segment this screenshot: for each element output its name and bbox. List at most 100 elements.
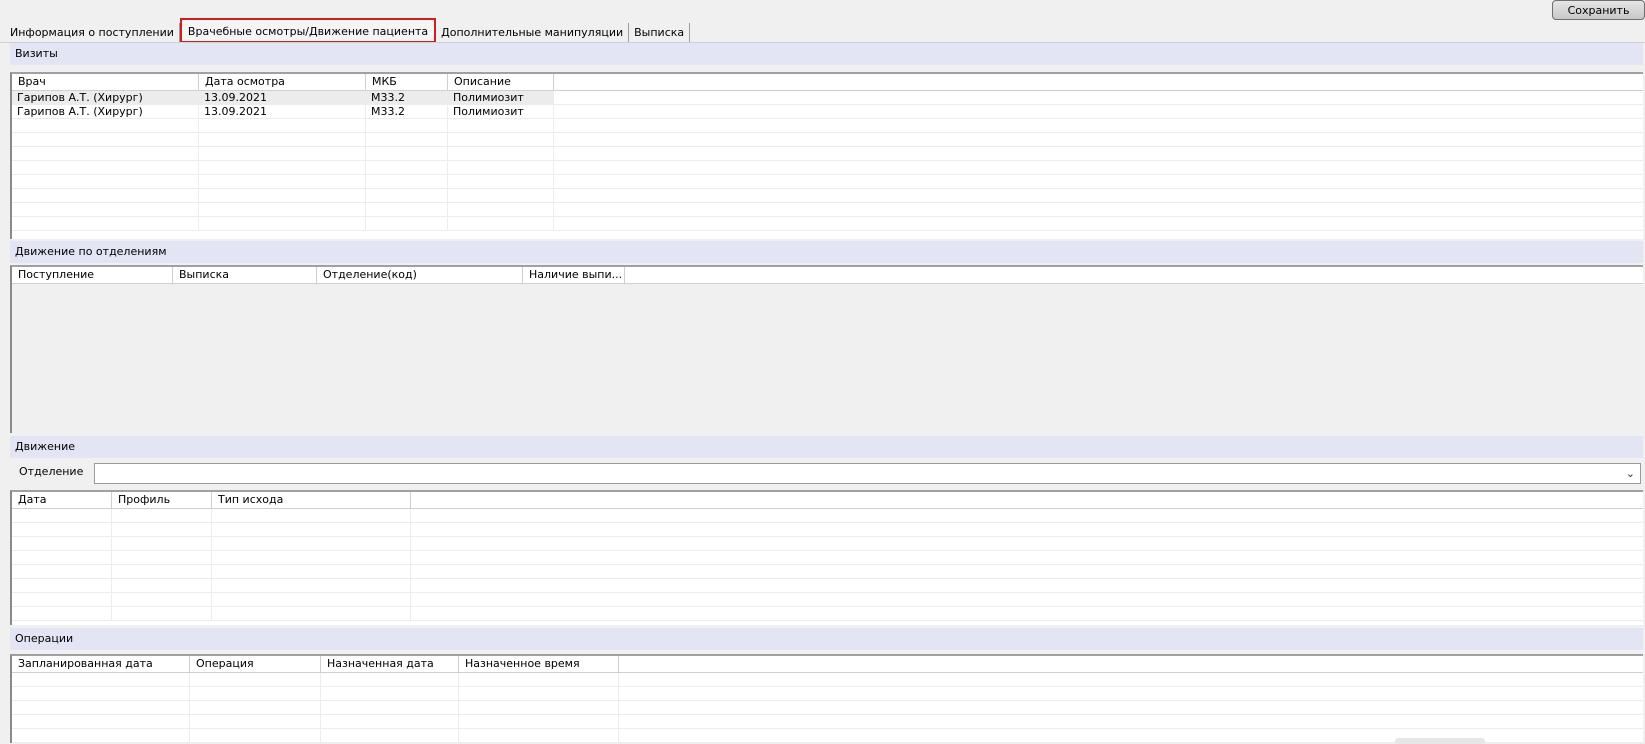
column-header[interactable]: Врач [12, 74, 199, 90]
table-cell-filler [554, 91, 1643, 104]
table-cell [12, 509, 112, 522]
column-header[interactable]: Дата осмотра [199, 74, 366, 90]
tab-admission-info[interactable]: Информация о поступлении [5, 23, 180, 43]
table-cell: M33.2 [366, 105, 448, 118]
column-header[interactable]: Выписка [173, 267, 317, 283]
department-select[interactable]: ⌄ [94, 463, 1641, 484]
column-header[interactable]: Тип исхода [212, 492, 411, 508]
table-cell [448, 189, 554, 202]
empty-table-row[interactable] [12, 189, 1643, 203]
column-header[interactable]: Описание [448, 74, 554, 90]
empty-table-row[interactable] [12, 523, 1643, 537]
column-header-filler [411, 492, 1643, 508]
table-cell-filler [411, 523, 1643, 536]
table-cell-filler [411, 593, 1643, 606]
column-header[interactable]: Назначенное время [459, 656, 619, 672]
column-header[interactable]: Дата [12, 492, 112, 508]
save-button[interactable]: Сохранить [1552, 0, 1645, 20]
table-cell-filler [619, 729, 1643, 742]
empty-table-row[interactable] [12, 147, 1643, 161]
table-cell-filler [411, 579, 1643, 592]
empty-table-row[interactable] [12, 701, 1643, 715]
tab-bar: Информация о поступлении Врачебные осмот… [5, 18, 691, 43]
column-header[interactable]: Отделение(код) [317, 267, 523, 283]
empty-table-row[interactable] [12, 175, 1643, 189]
table-cell [12, 161, 199, 174]
table-cell-filler [554, 217, 1643, 230]
table-cell [12, 189, 199, 202]
table-cell [448, 147, 554, 160]
tab-discharge[interactable]: Выписка [629, 23, 691, 43]
tab-additional-procedures[interactable]: Дополнительные манипуляции [436, 23, 630, 43]
table-cell: Полимиозит [448, 105, 554, 118]
table-cell [12, 593, 112, 606]
table-cell [212, 551, 411, 564]
empty-table-row[interactable] [12, 551, 1643, 565]
table-cell [112, 593, 212, 606]
table-cell [321, 687, 459, 700]
table-cell [321, 673, 459, 686]
table-cell [366, 133, 448, 146]
column-header[interactable]: Поступление [12, 267, 173, 283]
empty-table-row[interactable] [12, 673, 1643, 687]
empty-table-row[interactable] [12, 565, 1643, 579]
operations-table[interactable]: Запланированная дата Операция Назначенна… [10, 654, 1643, 743]
empty-table-row[interactable] [12, 509, 1643, 523]
table-cell [212, 509, 411, 522]
table-cell [448, 175, 554, 188]
table-cell-filler [411, 537, 1643, 550]
table-cell [12, 565, 112, 578]
chevron-down-icon[interactable]: ⌄ [1626, 467, 1635, 480]
column-header[interactable]: Наличие выпи... [523, 267, 625, 283]
column-header[interactable]: Запланированная дата [12, 656, 190, 672]
table-row[interactable]: Гарипов А.Т. (Хирург) 13.09.2021 M33.2 Поли… [12, 105, 1643, 119]
table-row[interactable]: Гарипов А.Т. (Хирург) 13.09.2021 M33.2 Поли… [12, 91, 1643, 105]
table-cell [12, 119, 199, 132]
empty-table-row[interactable] [12, 687, 1643, 701]
empty-table-row[interactable] [12, 203, 1643, 217]
movement-table[interactable]: Дата Профиль Тип исхода [10, 490, 1643, 625]
table-cell [112, 565, 212, 578]
empty-table-row[interactable] [12, 607, 1643, 621]
empty-table-row[interactable] [12, 161, 1643, 175]
table-cell-filler [619, 687, 1643, 700]
table-cell-filler [554, 105, 1643, 118]
table-cell [321, 729, 459, 742]
table-cell [12, 133, 199, 146]
table-cell [112, 509, 212, 522]
table-cell [190, 687, 321, 700]
operations-table-header: Запланированная дата Операция Назначенна… [12, 656, 1643, 673]
tab-medical-exams[interactable]: Врачебные осмотры/Движение пациента [179, 18, 437, 43]
table-cell [212, 537, 411, 550]
empty-table-row[interactable] [12, 133, 1643, 147]
empty-table-row[interactable] [12, 217, 1643, 231]
empty-table-row[interactable] [12, 537, 1643, 551]
department-label: Отделение [19, 465, 84, 478]
table-cell [321, 715, 459, 728]
column-header[interactable]: МКБ [366, 74, 448, 90]
operations-header: Операции [10, 628, 1643, 650]
column-header[interactable]: Профиль [112, 492, 212, 508]
table-cell [12, 147, 199, 160]
table-cell [212, 565, 411, 578]
scrollbar-thumb[interactable] [1395, 738, 1485, 744]
table-cell [366, 189, 448, 202]
table-cell [199, 147, 366, 160]
table-cell [112, 579, 212, 592]
empty-table-row[interactable] [12, 119, 1643, 133]
table-cell-filler [554, 161, 1643, 174]
visits-table[interactable]: Врач Дата осмотра МКБ Описание Гарипов А… [10, 72, 1643, 239]
table-cell [366, 119, 448, 132]
column-header[interactable]: Операция [190, 656, 321, 672]
table-cell: Гарипов А.Т. (Хирург) [12, 105, 199, 118]
table-cell-filler [411, 565, 1643, 578]
empty-table-row[interactable] [12, 593, 1643, 607]
table-cell [448, 161, 554, 174]
dept-movement-table[interactable]: Поступление Выписка Отделение(код) Налич… [10, 265, 1643, 433]
column-header[interactable]: Назначенная дата [321, 656, 459, 672]
table-cell [112, 523, 212, 536]
empty-table-row[interactable] [12, 715, 1643, 729]
empty-table-row[interactable] [12, 579, 1643, 593]
movement-table-header: Дата Профиль Тип исхода [12, 492, 1643, 509]
table-cell: M33.2 [366, 91, 448, 104]
